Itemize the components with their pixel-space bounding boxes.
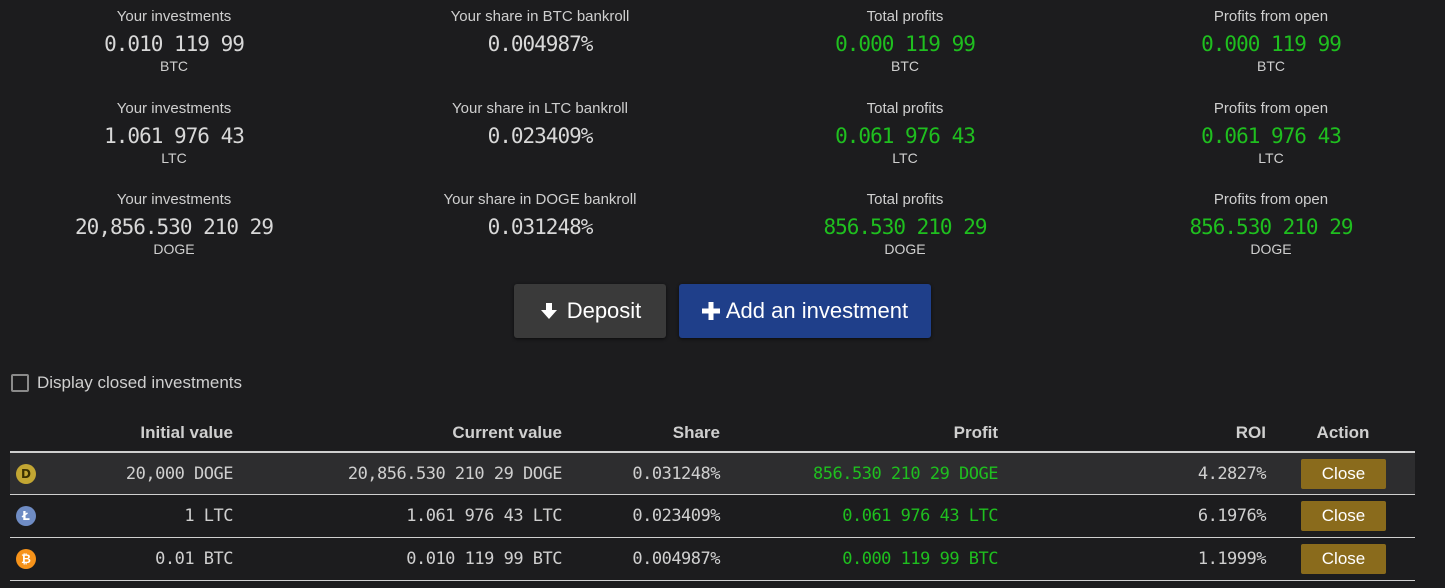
stat-label: Total profits [866, 191, 944, 208]
profit-cell: 0.000 119 99 BTC [842, 549, 998, 569]
current-value-cell: 20,856.530 210 29 DOGE [347, 464, 563, 484]
stat-value: 1.061 976 43 [104, 124, 245, 148]
total-profits-stat: Total profits 0.000 119 99 BTC [755, 8, 1055, 74]
bankroll-share-stat: Your share in LTC bankroll 0.023409% [390, 100, 690, 147]
stat-label: Your investments [116, 191, 232, 208]
header-profit: Profit [953, 423, 998, 442]
header-initial-value: Initial value [140, 423, 233, 442]
table-row: ₿ 0.01 BTC 0.010 119 99 BTC 0.004987% 0.… [10, 537, 1415, 581]
initial-value-cell: 1 LTC [184, 506, 233, 526]
header-share: Share [672, 423, 720, 442]
roi-cell: 4.2827% [1197, 464, 1267, 484]
stat-label: Your share in DOGE bankroll [443, 191, 637, 208]
stat-unit: BTC [160, 58, 188, 74]
stats-row-ltc: Your investments 1.061 976 43 LTC Your s… [0, 100, 1445, 180]
stats-row-btc: Your investments 0.010 119 99 BTC Your s… [0, 8, 1445, 88]
current-value-cell: 1.061 976 43 LTC [406, 506, 562, 526]
display-closed-label: Display closed investments [37, 373, 243, 392]
current-value-cell: 0.010 119 99 BTC [406, 549, 562, 569]
table-row: Ł 1 LTC 1.061 976 43 LTC 0.023409% 0.061… [10, 494, 1415, 537]
display-closed-toggle[interactable]: Display closed investments [11, 372, 242, 394]
share-cell: 0.023409% [632, 506, 720, 526]
header-current-value: Current value [452, 423, 562, 442]
total-profits-stat: Total profits 0.061 976 43 LTC [755, 100, 1055, 166]
stat-value: 0.004987% [487, 32, 594, 56]
close-investment-button[interactable]: Close [1301, 544, 1386, 574]
your-investments-stat: Your investments 0.010 119 99 BTC [24, 8, 324, 74]
close-investment-button[interactable]: Close [1301, 501, 1386, 531]
roi-cell: 1.1999% [1197, 549, 1267, 569]
stat-value: 856.530 210 29 [1189, 215, 1353, 239]
bankroll-share-stat: Your share in BTC bankroll 0.004987% [390, 8, 690, 55]
stat-value: 0.000 119 99 [1201, 32, 1342, 56]
header-action: Action [1316, 423, 1370, 442]
arrow-down-icon [540, 303, 557, 319]
deposit-button-label: Deposit [566, 298, 642, 323]
stat-label: Total profits [866, 8, 944, 25]
stat-value: 0.031248% [487, 215, 594, 239]
stat-value: 0.061 976 43 [835, 124, 976, 148]
stat-label: Profits from open [1213, 191, 1329, 208]
display-closed-checkbox[interactable] [11, 374, 29, 392]
table-row: D 20,000 DOGE 20,856.530 210 29 DOGE 0.0… [10, 451, 1415, 495]
stat-label: Your share in BTC bankroll [450, 8, 630, 25]
your-investments-stat: Your investments 1.061 976 43 LTC [24, 100, 324, 166]
add-investment-button[interactable]: Add an investment [679, 284, 931, 338]
header-roi: ROI [1235, 423, 1266, 442]
add-investment-button-label: Add an investment [725, 298, 909, 323]
stat-label: Total profits [866, 100, 944, 117]
plus-icon [701, 302, 720, 320]
close-investment-button[interactable]: Close [1301, 459, 1386, 489]
stat-unit: LTC [1258, 150, 1284, 166]
stat-value: 856.530 210 29 [823, 215, 987, 239]
share-cell: 0.004987% [632, 549, 720, 569]
roi-cell: 6.1976% [1197, 506, 1267, 526]
stat-value: 0.000 119 99 [835, 32, 976, 56]
stat-unit: LTC [892, 150, 918, 166]
stat-value: 0.061 976 43 [1201, 124, 1342, 148]
bankroll-share-stat: Your share in DOGE bankroll 0.031248% [390, 191, 690, 238]
stats-row-doge: Your investments 20,856.530 210 29 DOGE … [0, 191, 1445, 271]
stat-label: Your investments [116, 8, 232, 25]
stat-label: Profits from open [1213, 100, 1329, 117]
share-cell: 0.031248% [632, 464, 720, 484]
stat-label: Profits from open [1213, 8, 1329, 25]
profit-cell: 856.530 210 29 DOGE [813, 464, 998, 484]
stat-unit: BTC [891, 58, 919, 74]
stat-value: 0.010 119 99 [104, 32, 245, 56]
stat-unit: DOGE [153, 241, 195, 257]
open-profits-stat: Profits from open 856.530 210 29 DOGE [1121, 191, 1421, 257]
stat-unit: LTC [161, 150, 187, 166]
initial-value-cell: 20,000 DOGE [125, 464, 234, 484]
stat-unit: DOGE [1250, 241, 1292, 257]
initial-value-cell: 0.01 BTC [155, 549, 233, 569]
open-profits-stat: Profits from open 0.061 976 43 LTC [1121, 100, 1421, 166]
stat-unit: BTC [1257, 58, 1285, 74]
your-investments-stat: Your investments 20,856.530 210 29 DOGE [24, 191, 324, 257]
stat-unit: DOGE [884, 241, 926, 257]
open-profits-stat: Profits from open 0.000 119 99 BTC [1121, 8, 1421, 74]
stat-value: 0.023409% [487, 124, 594, 148]
profit-cell: 0.061 976 43 LTC [842, 506, 998, 526]
stat-value: 20,856.530 210 29 [75, 215, 274, 239]
stat-label: Your share in LTC bankroll [452, 100, 628, 117]
deposit-button[interactable]: Deposit [514, 284, 666, 338]
total-profits-stat: Total profits 856.530 210 29 DOGE [755, 191, 1055, 257]
stat-label: Your investments [116, 100, 232, 117]
